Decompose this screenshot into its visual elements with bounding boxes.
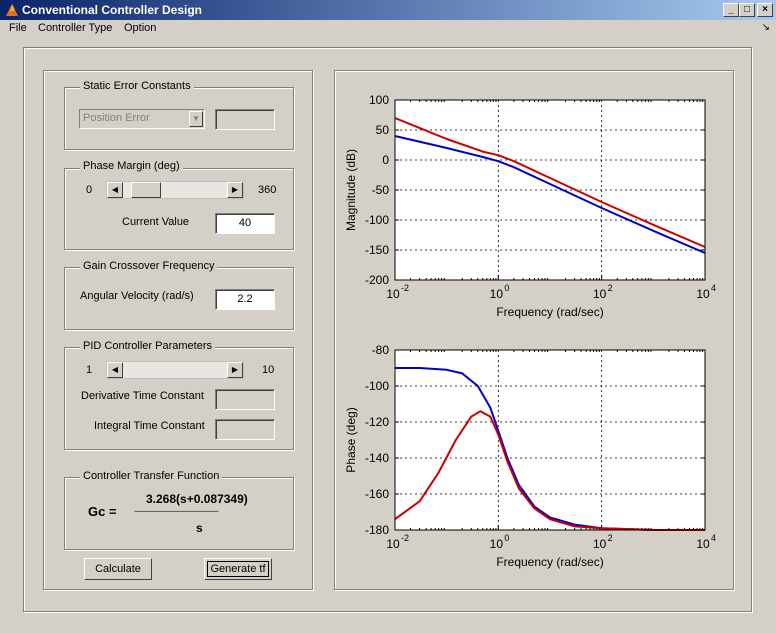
y-tick-label: 50 <box>376 123 390 137</box>
y-axis-label: Magnitude (dB) <box>344 149 358 231</box>
static-error-field[interactable] <box>215 109 275 130</box>
slider-right-arrow-icon[interactable]: ▶ <box>227 362 243 378</box>
matlab-logo-icon <box>6 4 18 16</box>
y-tick-label: -200 <box>365 273 389 287</box>
phase-margin-title: Phase Margin (deg) <box>80 160 183 172</box>
x-tick-exponent: 2 <box>608 283 613 293</box>
phase-margin-slider[interactable]: ◀ ▶ <box>106 181 244 199</box>
y-tick-label: -50 <box>372 183 390 197</box>
x-tick-exponent: 0 <box>504 283 509 293</box>
pid-slider-min-label: 1 <box>86 364 93 376</box>
current-value-label: Current Value <box>122 216 190 228</box>
y-tick-label: -180 <box>365 523 389 537</box>
y-tick-label: -140 <box>365 451 389 465</box>
menu-option[interactable]: Option <box>124 22 156 34</box>
derivative-label: Derivative Time Constant <box>81 390 204 402</box>
maximize-button[interactable]: □ <box>739 3 755 17</box>
x-tick-label: 10 <box>490 537 504 551</box>
x-tick-label: 10 <box>490 287 504 301</box>
y-tick-label: -100 <box>365 213 389 227</box>
pid-slider-max-label: 10 <box>262 364 275 376</box>
x-tick-label: 10 <box>696 287 710 301</box>
slider-right-arrow-icon[interactable]: ▶ <box>227 182 243 198</box>
slider-left-arrow-icon[interactable]: ◀ <box>107 362 123 378</box>
y-tick-label: -100 <box>365 379 389 393</box>
calculate-button[interactable]: Calculate <box>84 558 152 580</box>
integral-label: Integral Time Constant <box>94 420 205 432</box>
angular-velocity-label: Angular Velocity (rad/s) <box>80 290 194 302</box>
x-tick-label: 10 <box>386 537 400 551</box>
y-tick-label: -160 <box>365 487 389 501</box>
y-tick-label: -150 <box>365 243 389 257</box>
x-tick-exponent: -2 <box>401 283 409 293</box>
y-tick-label: -120 <box>365 415 389 429</box>
plot-area-1 <box>395 350 705 530</box>
phase-slider-min-label: 0 <box>86 184 93 196</box>
error-type-dropdown[interactable]: Position Error ▼ <box>79 109 205 129</box>
x-tick-label: 10 <box>593 537 607 551</box>
y-tick-label: 0 <box>382 153 389 167</box>
window-title: Conventional Controller Design <box>22 3 203 17</box>
angular-velocity-field[interactable]: 2.2 <box>215 289 275 310</box>
pid-slider[interactable]: ◀ ▶ <box>106 361 244 379</box>
current-value-field[interactable]: 40 <box>215 213 275 234</box>
x-axis-label: Frequency (rad/sec) <box>496 305 603 319</box>
generate-tf-button[interactable]: Generate tf <box>204 558 272 580</box>
transfer-function-title: Controller Transfer Function <box>80 470 223 482</box>
static-error-title: Static Error Constants <box>80 80 194 92</box>
minimize-button[interactable]: _ <box>723 3 739 17</box>
x-tick-exponent: -2 <box>401 533 409 543</box>
x-tick-label: 10 <box>593 287 607 301</box>
x-axis-label: Frequency (rad/sec) <box>496 555 603 569</box>
tf-divider: ----------------------------------------… <box>134 506 219 516</box>
application-window: Conventional Controller Design _ □ × Fil… <box>0 0 776 633</box>
bode-plots: 100500-50-100-150-20010 -2 10 0 10 2 10 4Freque… <box>344 93 716 569</box>
integral-field[interactable] <box>215 419 275 440</box>
y-tick-label: 100 <box>369 93 389 107</box>
chevron-down-icon[interactable]: ▼ <box>189 111 203 127</box>
x-tick-label: 10 <box>696 537 710 551</box>
tf-denominator: s <box>196 521 203 535</box>
title-bar[interactable]: Conventional Controller Design _ □ × <box>0 0 776 20</box>
phase-slider-max-label: 360 <box>258 184 277 196</box>
y-tick-label: -80 <box>372 343 390 357</box>
x-tick-exponent: 4 <box>711 533 716 543</box>
slider-thumb[interactable] <box>131 182 161 198</box>
tf-numerator: 3.268(s+0.087349) <box>146 492 248 506</box>
slider-left-arrow-icon[interactable]: ◀ <box>107 182 123 198</box>
gain-crossover-title: Gain Crossover Frequency <box>80 260 218 272</box>
derivative-field[interactable] <box>215 389 275 410</box>
x-tick-label: 10 <box>386 287 400 301</box>
error-type-value: Position Error <box>83 112 150 124</box>
close-button[interactable]: × <box>757 3 773 17</box>
y-axis-label: Phase (deg) <box>344 407 358 472</box>
menu-controller-type[interactable]: Controller Type <box>38 22 112 34</box>
x-tick-exponent: 0 <box>504 533 509 543</box>
tf-lhs: Gc = <box>88 504 117 519</box>
x-tick-exponent: 4 <box>711 283 716 293</box>
menu-bar: File Controller Type Option ↘ <box>0 20 776 38</box>
menu-file[interactable]: File <box>9 22 27 34</box>
menu-overflow-icon[interactable]: ↘ <box>762 22 770 33</box>
pid-title: PID Controller Parameters <box>80 340 215 352</box>
x-tick-exponent: 2 <box>608 533 613 543</box>
